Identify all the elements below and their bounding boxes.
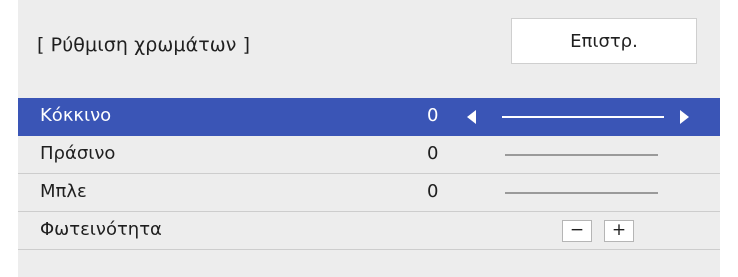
- value-green: 0: [427, 143, 439, 164]
- slider-blue[interactable]: [505, 192, 658, 194]
- row-brightness[interactable]: Φωτεινότητα − +: [18, 212, 720, 250]
- arrow-right-icon[interactable]: [680, 110, 689, 124]
- back-button[interactable]: Επιστρ.: [511, 18, 697, 64]
- row-label-blue: Μπλε: [40, 181, 87, 202]
- row-label-red: Κόκκινο: [40, 105, 112, 126]
- decrease-button[interactable]: −: [562, 220, 592, 242]
- value-blue: 0: [427, 181, 439, 202]
- row-green[interactable]: Πράσινο 0: [18, 136, 720, 174]
- increase-button[interactable]: +: [604, 220, 634, 242]
- value-red: 0: [427, 105, 439, 126]
- row-label-green: Πράσινο: [40, 143, 116, 164]
- row-blue[interactable]: Μπλε 0: [18, 174, 720, 212]
- page-title: [ Ρύθμιση χρωμάτων ]: [37, 34, 251, 56]
- arrow-left-icon[interactable]: [467, 110, 476, 124]
- row-red[interactable]: Κόκκινο 0: [18, 98, 720, 136]
- row-label-brightness: Φωτεινότητα: [40, 219, 162, 240]
- slider-red[interactable]: [502, 116, 664, 118]
- slider-green[interactable]: [505, 154, 658, 156]
- color-adjustment-panel: [ Ρύθμιση χρωμάτων ] Επιστρ. Κόκκινο 0 Π…: [18, 0, 720, 277]
